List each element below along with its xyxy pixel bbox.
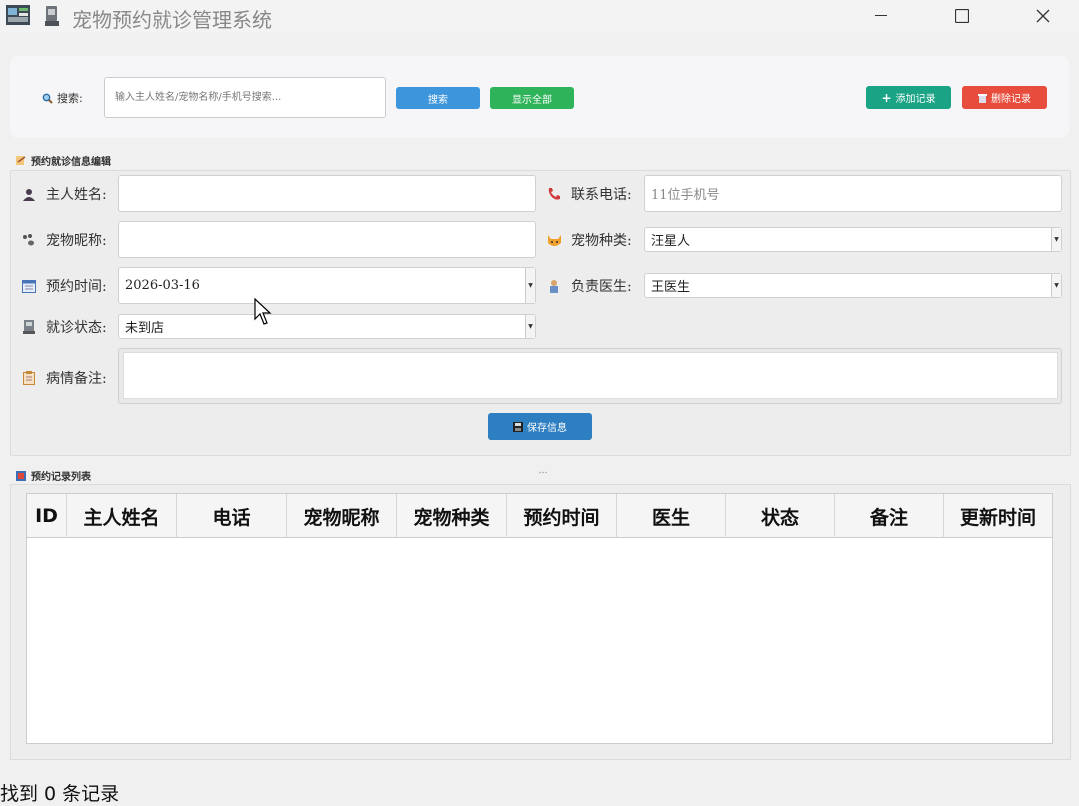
pet-type-label-text: 宠物种类: xyxy=(571,233,632,249)
chevron-down-icon[interactable]: ▼ xyxy=(525,315,535,338)
visit-status-value: 未到店 xyxy=(125,321,165,336)
title-bar: 宠物预约就诊管理系统 xyxy=(0,0,1079,32)
notes-label: 病情备注: xyxy=(20,368,107,388)
search-input[interactable] xyxy=(104,77,386,118)
appointment-time-label-text: 预约时间: xyxy=(46,279,107,295)
app-icon xyxy=(6,5,30,25)
paw-icon xyxy=(23,234,34,246)
doctor-select[interactable]: 王医生 ▼ xyxy=(644,273,1062,298)
search-label: 搜索: xyxy=(42,90,83,106)
hospital-icon xyxy=(23,320,35,334)
doctor-label: 负责医生: xyxy=(545,276,632,296)
show-all-button[interactable]: 显示全部 xyxy=(490,87,574,109)
column-header-pet-name[interactable]: 宠物昵称 xyxy=(287,494,397,538)
lock-icon xyxy=(45,6,59,26)
pet-name-label: 宠物昵称: xyxy=(20,230,107,250)
list-icon xyxy=(16,470,26,481)
save-button[interactable]: 保存信息 xyxy=(488,413,592,440)
appointment-date-input[interactable]: 2026-03-16 ▼ xyxy=(118,267,536,304)
phone-label: 联系电话: xyxy=(545,184,632,204)
add-record-button[interactable]: + 添加记录 xyxy=(866,86,951,109)
column-header-doctor[interactable]: 医生 xyxy=(617,494,726,538)
user-icon xyxy=(23,188,35,201)
notes-label-text: 病情备注: xyxy=(46,371,107,387)
pet-type-value: 汪星人 xyxy=(651,234,691,249)
column-header-owner-name[interactable]: 主人姓名 xyxy=(67,494,177,538)
phone-label-text: 联系电话: xyxy=(571,187,632,203)
record-count-status: 找到 0 条记录 xyxy=(0,783,120,805)
column-header-status[interactable]: 状态 xyxy=(726,494,835,538)
cat-icon xyxy=(547,234,561,246)
appointment-date-value: 2026-03-16 xyxy=(125,278,200,293)
pet-name-label-text: 宠物昵称: xyxy=(46,233,107,249)
visit-status-select[interactable]: 未到店 ▼ xyxy=(118,314,536,339)
doctor-value: 王医生 xyxy=(651,280,691,295)
chevron-down-icon[interactable]: ▼ xyxy=(1051,274,1061,297)
close-icon xyxy=(1036,9,1050,23)
notes-textarea[interactable] xyxy=(123,352,1058,399)
appointment-time-label: 预约时间: xyxy=(20,276,107,296)
table-header: ID 主人姓名 电话 宠物昵称 宠物种类 预约时间 医生 状态 备注 更新时间 xyxy=(27,494,1052,538)
column-header-phone[interactable]: 电话 xyxy=(177,494,287,538)
owner-name-label-text: 主人姓名: xyxy=(46,187,107,203)
calendar-icon xyxy=(22,279,36,293)
window-title: 宠物预约就诊管理系统 xyxy=(72,8,272,32)
show-all-button-label: 显示全部 xyxy=(512,94,552,106)
mouse-cursor-icon xyxy=(254,298,272,325)
plus-icon: + xyxy=(881,90,892,105)
doctor-label-text: 负责医生: xyxy=(571,279,632,295)
search-icon xyxy=(42,93,53,104)
maximize-button[interactable] xyxy=(939,0,985,32)
form-section-title-text: 预约就诊信息编辑 xyxy=(31,157,111,168)
clipboard-icon xyxy=(23,371,35,385)
trash-icon xyxy=(978,93,987,103)
chevron-down-icon[interactable]: ▼ xyxy=(525,268,535,303)
form-section-title: 预约就诊信息编辑 xyxy=(16,153,111,168)
pencil-icon xyxy=(16,156,26,165)
search-button-label: 搜索 xyxy=(428,94,448,106)
table-section-title-text: 预约记录列表 xyxy=(31,472,91,483)
column-header-pet-type[interactable]: 宠物种类 xyxy=(397,494,507,538)
add-record-label: 添加记录 xyxy=(895,94,936,105)
search-button[interactable]: 搜索 xyxy=(396,87,480,109)
maximize-icon xyxy=(955,9,969,23)
column-header-notes[interactable]: 备注 xyxy=(835,494,944,538)
visit-status-label-text: 就诊状态: xyxy=(46,320,107,336)
phone-icon xyxy=(548,188,560,200)
owner-name-label: 主人姓名: xyxy=(20,184,107,204)
pet-name-input[interactable] xyxy=(118,221,536,258)
owner-name-input[interactable] xyxy=(118,175,536,212)
minimize-button[interactable] xyxy=(858,0,904,32)
floppy-disk-icon xyxy=(513,421,523,432)
save-button-label: 保存信息 xyxy=(527,423,567,434)
records-table[interactable]: ID 主人姓名 电话 宠物昵称 宠物种类 预约时间 医生 状态 备注 更新时间 xyxy=(26,493,1053,744)
doctor-icon xyxy=(550,280,558,293)
table-section-title: 预约记录列表 xyxy=(16,468,91,483)
column-header-appointment-time[interactable]: 预约时间 xyxy=(507,494,617,538)
visit-status-label: 就诊状态: xyxy=(20,317,107,337)
delete-record-label: 删除记录 xyxy=(991,94,1031,105)
search-label-text: 搜索: xyxy=(57,92,83,105)
phone-input[interactable]: 11位手机号 xyxy=(644,175,1062,212)
pet-type-select[interactable]: 汪星人 ▼ xyxy=(644,227,1062,252)
chevron-down-icon[interactable]: ▼ xyxy=(1051,228,1061,251)
pet-type-label: 宠物种类: xyxy=(545,230,632,250)
column-header-id[interactable]: ID xyxy=(27,494,67,538)
close-button[interactable] xyxy=(1020,0,1066,32)
minimize-icon xyxy=(875,15,887,16)
column-header-updated-time[interactable]: 更新时间 xyxy=(944,494,1052,538)
splitter-handle[interactable] xyxy=(538,459,548,474)
delete-record-button[interactable]: 删除记录 xyxy=(962,86,1047,109)
